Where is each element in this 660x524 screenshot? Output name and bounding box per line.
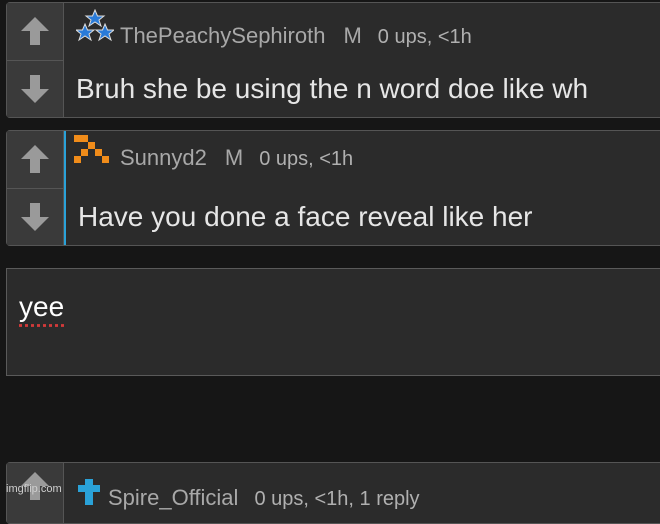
- watermark: imgflip.com: [6, 483, 62, 495]
- comment-text: Have you done a face reveal like her: [78, 201, 533, 233]
- comment: ThePeachySephiroth M 0 ups, <1h Bruh she…: [6, 2, 660, 118]
- reply-text-value: yee: [19, 291, 64, 323]
- vote-column: [7, 131, 64, 245]
- upvote-button[interactable]: [7, 3, 63, 61]
- vote-column: [7, 3, 64, 117]
- comment-text: Bruh she be using the n word doe like wh: [76, 73, 588, 105]
- gender-label: M: [343, 23, 361, 49]
- arrow-up-icon: [18, 14, 52, 48]
- downvote-button[interactable]: [7, 189, 63, 246]
- comment-meta: Spire_Official 0 ups, <1h, 1 reply: [76, 479, 420, 511]
- username-link[interactable]: ThePeachySephiroth: [120, 23, 325, 49]
- arrow-down-icon: [18, 200, 52, 234]
- gender-label: M: [225, 145, 243, 171]
- comment-meta: Sunnyd2 M 0 ups, <1h: [74, 135, 353, 171]
- upvote-button[interactable]: [7, 131, 63, 189]
- comment-body: ThePeachySephiroth M 0 ups, <1h Bruh she…: [64, 3, 660, 117]
- comment-stats: 0 ups, <1h, 1 reply: [254, 488, 419, 511]
- comment: Sunnyd2 M 0 ups, <1h Have you done a fac…: [6, 130, 660, 246]
- arrow-up-icon: [18, 142, 52, 176]
- downvote-button[interactable]: [7, 61, 63, 118]
- comment-body: Spire_Official 0 ups, <1h, 1 reply: [64, 463, 660, 523]
- pixel-avatar-icon: [74, 135, 114, 170]
- cross-avatar-icon: [76, 479, 102, 510]
- comment-meta: ThePeachySephiroth M 0 ups, <1h: [76, 9, 472, 49]
- comment-stats: 0 ups, <1h: [259, 148, 353, 171]
- username-link[interactable]: Spire_Official: [108, 485, 238, 511]
- reply-textarea[interactable]: yee: [6, 268, 660, 376]
- comment: Spire_Official 0 ups, <1h, 1 reply: [6, 462, 660, 524]
- username-link[interactable]: Sunnyd2: [120, 145, 207, 171]
- comment-body: Sunnyd2 M 0 ups, <1h Have you done a fac…: [64, 131, 660, 245]
- arrow-down-icon: [18, 72, 52, 106]
- stars-avatar-icon: [76, 9, 114, 48]
- comment-stats: 0 ups, <1h: [378, 26, 472, 49]
